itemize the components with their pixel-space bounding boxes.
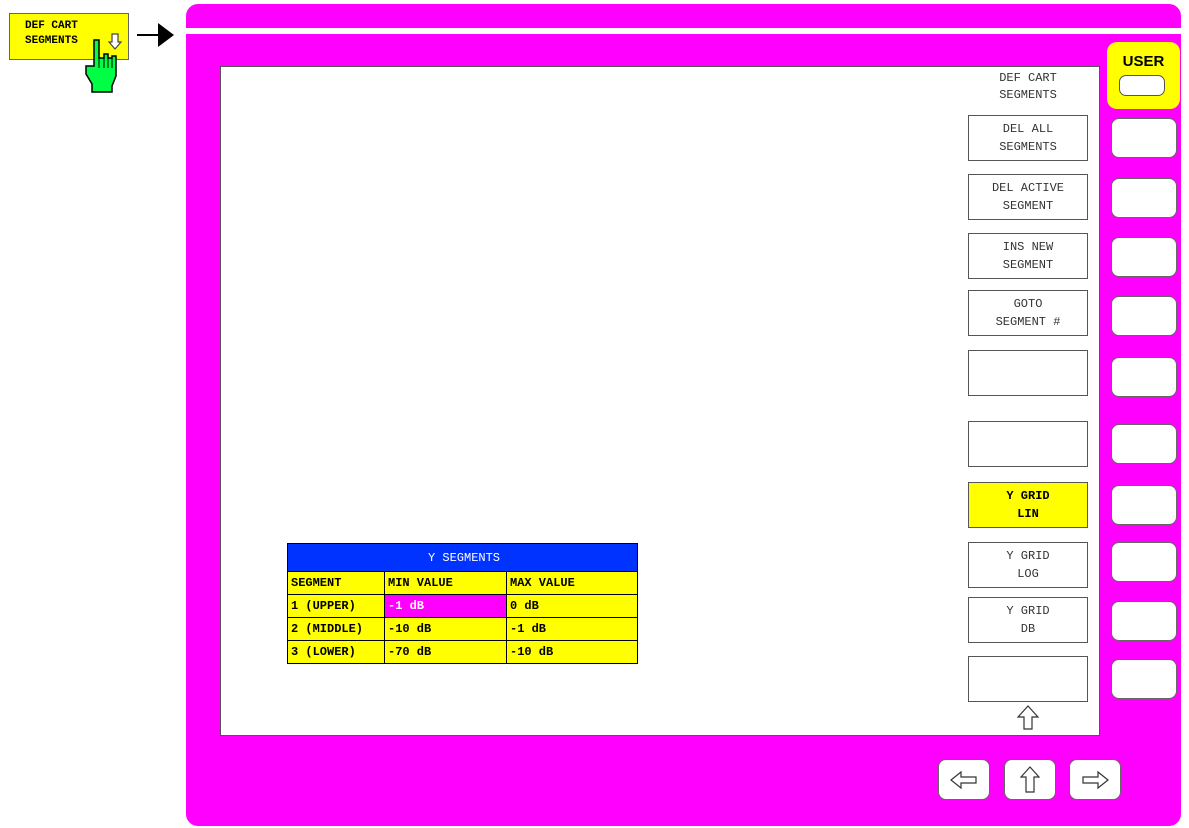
- down-outline-arrow-icon: [108, 33, 122, 50]
- max-value-cell[interactable]: 0 dB: [506, 594, 638, 618]
- softkey-del-active-segment[interactable]: DEL ACTIVE SEGMENT: [968, 174, 1088, 220]
- hardkey-8[interactable]: [1111, 542, 1177, 582]
- header-max-value: MAX VALUE: [506, 571, 638, 595]
- user-key-label: USER: [1122, 53, 1165, 70]
- softkey-label: Y GRID LOG: [1006, 549, 1050, 581]
- segment-cell: 3 (LOWER): [287, 640, 385, 664]
- hardkey-5[interactable]: [1111, 357, 1177, 397]
- hardkey-2[interactable]: [1111, 178, 1177, 218]
- up-outline-arrow-icon: [1017, 705, 1039, 730]
- softkey-y-grid-log[interactable]: Y GRID LOG: [968, 542, 1088, 588]
- softkey-empty-10[interactable]: [968, 656, 1088, 702]
- softkey-label: INS NEW SEGMENT: [1002, 240, 1054, 272]
- hardkey-1[interactable]: [1111, 118, 1177, 158]
- softkey-y-grid-db[interactable]: Y GRID DB: [968, 597, 1088, 643]
- softkey-empty-6[interactable]: [968, 421, 1088, 467]
- hardkey-4[interactable]: [1111, 296, 1177, 336]
- segment-cell: 1 (UPPER): [287, 594, 385, 618]
- hardkey-9[interactable]: [1111, 601, 1177, 641]
- min-value-cell[interactable]: -70 dB: [384, 640, 507, 664]
- header-min-value: MIN VALUE: [384, 571, 507, 595]
- hardkey-7[interactable]: [1111, 485, 1177, 525]
- table-header-row: SEGMENT MIN VALUE MAX VALUE: [287, 571, 638, 595]
- table-row: 2 (MIDDLE) -10 dB -1 dB: [287, 617, 638, 641]
- table-row: 3 (LOWER) -70 dB -10 dB: [287, 640, 638, 664]
- min-value-cell[interactable]: -1 dB: [384, 594, 507, 618]
- softkey-goto-segment[interactable]: GOTO SEGMENT #: [968, 290, 1088, 336]
- right-outline-arrow-icon: [1082, 770, 1109, 789]
- up-outline-arrow-icon: [1020, 765, 1040, 793]
- y-segments-table: Y SEGMENTS SEGMENT MIN VALUE MAX VALUE 1…: [287, 543, 638, 664]
- softkey-empty-5[interactable]: [968, 350, 1088, 396]
- menu-key-line2: SEGMENTS: [25, 35, 78, 47]
- menu-key-line1: DEF CART: [25, 20, 78, 32]
- frame-divider: [186, 28, 1181, 34]
- softkey-ins-new-segment[interactable]: INS NEW SEGMENT: [968, 233, 1088, 279]
- nav-right-button[interactable]: [1069, 759, 1121, 800]
- softkey-label: DEL ALL SEGMENTS: [999, 122, 1057, 154]
- menu-title-line2: SEGMENTS: [999, 88, 1057, 102]
- hardkey-10[interactable]: [1111, 659, 1177, 699]
- max-value-cell[interactable]: -1 dB: [506, 617, 638, 641]
- min-value-cell[interactable]: -10 dB: [384, 617, 507, 641]
- max-value-cell[interactable]: -10 dB: [506, 640, 638, 664]
- softkey-y-grid-lin[interactable]: Y GRID LIN: [968, 482, 1088, 528]
- softkey-label: Y GRID LIN: [1006, 489, 1050, 521]
- softkey-label: DEL ACTIVE SEGMENT: [991, 181, 1064, 213]
- menu-title: DEF CART SEGMENTS: [968, 70, 1088, 110]
- softkey-label: Y GRID DB: [1006, 604, 1050, 636]
- softkey-label: GOTO SEGMENT #: [995, 297, 1061, 329]
- hardkey-3[interactable]: [1111, 237, 1177, 277]
- nav-left-button[interactable]: [938, 759, 990, 800]
- table-row: 1 (UPPER) -1 dB 0 dB: [287, 594, 638, 618]
- segment-cell: 2 (MIDDLE): [287, 617, 385, 641]
- softkey-del-all-segments[interactable]: DEL ALL SEGMENTS: [968, 115, 1088, 161]
- header-segment: SEGMENT: [287, 571, 385, 595]
- user-button[interactable]: [1119, 75, 1165, 96]
- nav-up-button[interactable]: [1004, 759, 1056, 800]
- hardkey-6[interactable]: [1111, 424, 1177, 464]
- table-title: Y SEGMENTS: [287, 543, 638, 572]
- right-arrow-icon: [137, 23, 174, 47]
- menu-title-line1: DEF CART: [999, 71, 1057, 85]
- left-outline-arrow-icon: [950, 770, 977, 789]
